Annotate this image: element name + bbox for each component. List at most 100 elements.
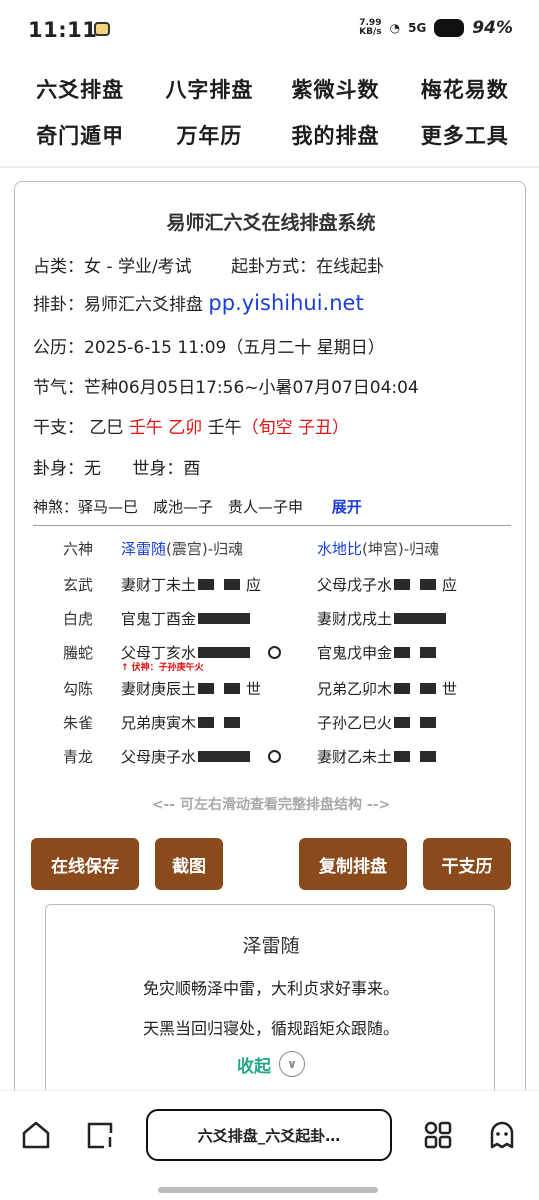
yin-line — [394, 751, 437, 762]
copy-chart-button[interactable]: 复制排盘 — [299, 838, 407, 890]
yang-line — [198, 751, 251, 762]
main-line: 兄弟庚寅木 — [121, 712, 241, 733]
changed-hexagram-title: 水地比 (坤宫)-归魂 — [317, 538, 439, 559]
nav-my-charts[interactable]: 我的排盘 — [273, 112, 399, 158]
collapse-label: 收起 — [237, 1056, 271, 1077]
main-line-text: 妻财丁未土 — [121, 576, 197, 594]
line-marker: 世 — [442, 680, 458, 698]
hex-line-row: 勾陈 妻财庚辰土 世 兄弟乙卯木 世 — [15, 672, 527, 706]
changed-line-text: 父母戊子水 — [317, 576, 393, 594]
shensha-row: 神煞：驿马—巳 咸池—子 贵人—子申 展开 — [33, 496, 362, 517]
shensha-text: 神煞：驿马—巳 咸池—子 贵人—子申 — [33, 498, 304, 516]
six-god-label: 白虎 — [63, 610, 94, 628]
screenshot-button[interactable]: 截图 — [155, 838, 223, 890]
collapse-button[interactable]: 收起 ∨ — [46, 1051, 496, 1077]
six-god-label: 螣蛇 — [63, 644, 94, 662]
shishen-text: 世身：酉 — [132, 459, 201, 479]
gesture-bar[interactable] — [158, 1187, 378, 1193]
ganzhi-calendar-button[interactable]: 干支历 — [423, 838, 511, 890]
status-right: 7.99 KB/s ◔ 5G 94% — [359, 18, 513, 38]
yang-line — [198, 613, 251, 624]
guashen-row: 卦身：无 世身：酉 — [33, 454, 200, 479]
nav-liuyao[interactable]: 六爻排盘 — [14, 66, 146, 112]
ghost-mode-icon[interactable] — [486, 1119, 518, 1151]
main-hexagram-name[interactable]: 泽雷随 — [121, 538, 166, 559]
xunkong-text: （旬空 子丑） — [241, 418, 350, 438]
ganzhi-label: 干支： — [33, 418, 84, 438]
home-icon[interactable] — [20, 1119, 52, 1151]
main-line-text: 官鬼丁酉金 — [121, 610, 197, 628]
nav-meihua[interactable]: 梅花易数 — [399, 66, 531, 112]
top-nav: 六爻排盘 八字排盘 紫微斗数 梅花易数 奇门遁甲 万年历 我的排盘 更多工具 — [0, 66, 539, 162]
ganzhi-hour: 壬午 — [207, 418, 242, 438]
net-speed-unit: KB/s — [359, 27, 382, 37]
nav-qimen[interactable]: 奇门遁甲 — [14, 112, 146, 158]
yin-line — [394, 683, 437, 694]
changed-line: 子孙乙巳火 — [317, 712, 437, 733]
nav-divider — [0, 166, 539, 168]
changed-line-text: 官鬼戊申金 — [317, 644, 393, 662]
paigua-label: 排卦：易师汇六爻排盘 — [33, 295, 203, 315]
changed-line: 兄弟乙卯木 世 — [317, 678, 457, 699]
current-tab-title[interactable]: 六爻排盘_六爻起卦… — [146, 1109, 392, 1161]
hex-header-row: 六神 泽雷随 (震宫)-归魂 水地比 (坤宫)-归魂 — [15, 532, 527, 566]
explain-line-2: 天黑当回归寝处，循规蹈矩众跟随。 — [142, 1019, 399, 1038]
moving-line-icon — [268, 750, 282, 763]
yin-line — [198, 717, 241, 728]
browser-bottom-bar: 六爻排盘_六爻起卦… — [0, 1090, 539, 1200]
line-marker: 应 — [246, 576, 262, 594]
save-online-button[interactable]: 在线保存 — [31, 838, 139, 890]
site-link[interactable]: pp.yishihui.net — [208, 291, 363, 315]
clock: 11:11 — [28, 18, 98, 42]
apps-grid-icon[interactable] — [422, 1119, 454, 1151]
scroll-hint: <-- 可左右滑动查看完整排盘结构 --> — [151, 797, 391, 813]
changed-line-text: 子孙乙巳火 — [317, 714, 393, 732]
main-line: 官鬼丁酉金 — [121, 608, 251, 629]
yin-line — [198, 683, 241, 694]
ganzhi-year: 乙巳 — [89, 418, 124, 438]
info-zhanlei-row: 占类：女 - 学业/考试 起卦方式：在线起卦 — [33, 252, 384, 277]
main-hexagram-palace: (震宫)-归魂 — [166, 540, 244, 558]
qigua-text: 起卦方式：在线起卦 — [231, 257, 385, 277]
net-speed: 7.99 KB/s — [359, 19, 381, 37]
changed-hexagram-name[interactable]: 水地比 — [317, 538, 362, 559]
battery-percent: 94% — [472, 18, 513, 38]
nav-more-tools[interactable]: 更多工具 — [399, 112, 531, 158]
six-god-label: 朱雀 — [63, 714, 94, 732]
yin-line — [394, 717, 437, 728]
changed-hexagram-palace: (坤宫)-归魂 — [362, 540, 440, 558]
main-line-text: 兄弟庚寅木 — [121, 714, 197, 732]
nav-ziwei[interactable]: 紫微斗数 — [273, 66, 399, 112]
changed-line: 妻财乙未土 — [317, 746, 437, 767]
six-god-label: 玄武 — [63, 576, 94, 594]
chevron-down-icon: ∨ — [279, 1051, 305, 1077]
yin-line — [394, 647, 437, 658]
explain-title: 泽雷随 — [242, 935, 300, 957]
gongli-text: 公历：2025-6-15 11:09（五月二十 星期日） — [33, 338, 385, 358]
changed-line-text: 兄弟乙卯木 — [317, 680, 393, 698]
changed-line-text: 妻财乙未土 — [317, 748, 393, 766]
ganzhi-month: 壬午 — [128, 418, 163, 438]
changed-line: 父母戊子水 应 — [317, 574, 457, 595]
explain-line-1: 免灾顺畅泽中雷，大利贞求好事来。 — [142, 979, 399, 998]
zhanlei-text: 占类：女 - 学业/考试 — [33, 257, 192, 277]
six-god-label: 青龙 — [63, 748, 94, 766]
jieqi-text: 节气：芒种06月05日17:56~小暑07月07日04:04 — [33, 378, 419, 398]
status-bar: 11:11 7.99 KB/s ◔ 5G 94% — [0, 0, 539, 62]
hex-line-row: 螣蛇 父母丁亥水 官鬼戊申金 — [15, 636, 527, 670]
card-title: 易师汇六爻在线排盘系统 — [166, 212, 376, 234]
nav-bazi[interactable]: 八字排盘 — [146, 66, 272, 112]
yin-line — [198, 579, 241, 590]
wifi-icon: ◔ — [389, 21, 401, 35]
changed-line-text: 妻财戊戌土 — [317, 610, 393, 628]
hex-line-row: 白虎 官鬼丁酉金 妻财戊戌土 — [15, 602, 527, 636]
tabs-switch-icon[interactable] — [84, 1119, 116, 1151]
main-hexagram-title: 泽雷随 (震宫)-归魂 — [121, 538, 243, 559]
hex-line-row: 青龙 父母庚子水 妻财乙未土 — [15, 740, 527, 774]
chart-card: 易师汇六爻在线排盘系统 占类：女 - 学业/考试 起卦方式：在线起卦 排卦：易师… — [14, 181, 527, 1144]
expand-link[interactable]: 展开 — [332, 498, 362, 516]
signal-icon: 5G — [408, 21, 427, 35]
moving-line-icon — [268, 646, 282, 659]
line-marker: 世 — [246, 680, 262, 698]
nav-wannianli[interactable]: 万年历 — [146, 112, 272, 158]
